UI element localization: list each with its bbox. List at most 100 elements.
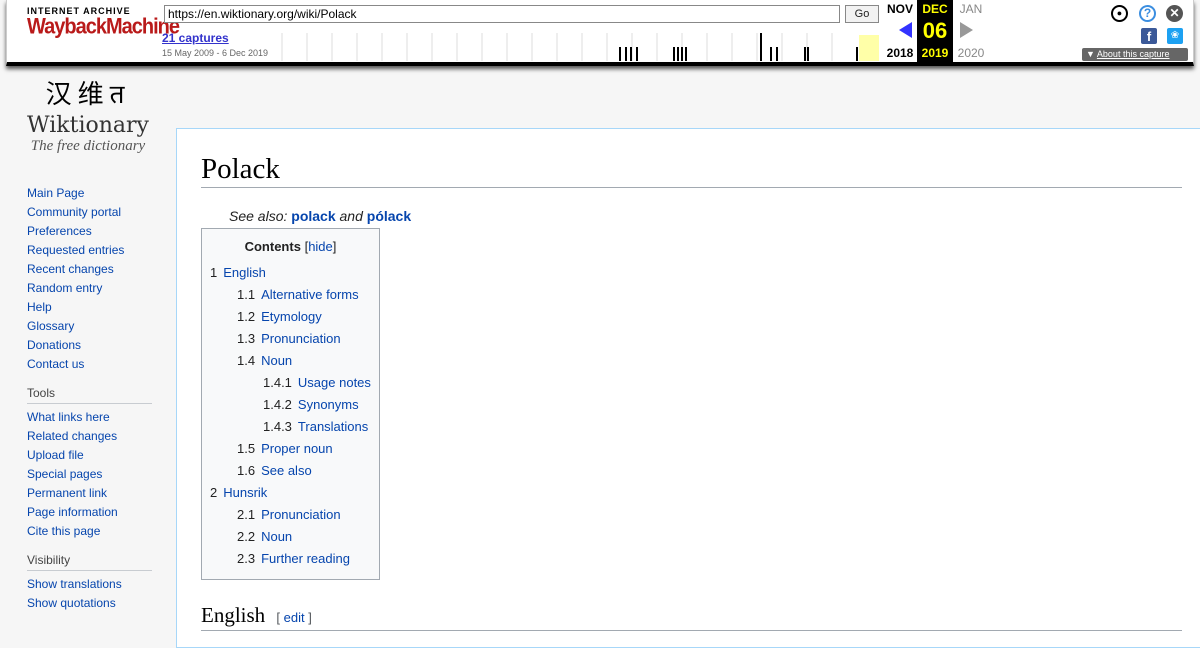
sidebar-link[interactable]: Special pages xyxy=(27,467,102,481)
sidebar-link[interactable]: Preferences xyxy=(27,224,92,238)
toc-item-link[interactable]: Translations xyxy=(298,419,368,434)
sidebar-link[interactable]: Main Page xyxy=(27,186,84,200)
sidebar-item-recent-changes[interactable]: Recent changes xyxy=(27,262,157,281)
sidebar-link[interactable]: Cite this page xyxy=(27,524,100,538)
toc-item[interactable]: 2.3 Further reading xyxy=(210,548,371,570)
toc-item-link[interactable]: Etymology xyxy=(261,309,322,324)
toc-item-link[interactable]: Noun xyxy=(261,353,292,368)
sidebar-link[interactable]: Permanent link xyxy=(27,486,107,500)
see-also-link-polack-accented[interactable]: pólack xyxy=(367,208,411,224)
twitter-icon[interactable]: ❀ xyxy=(1167,28,1183,44)
toc-item-link[interactable]: Noun xyxy=(261,529,292,544)
sidebar: Main Page Community portal Preferences R… xyxy=(27,186,157,615)
toc-item-link[interactable]: Synonyms xyxy=(298,397,359,412)
sidebar-item-preferences[interactable]: Preferences xyxy=(27,224,157,243)
sidebar-item-community-portal[interactable]: Community portal xyxy=(27,205,157,224)
sidebar-link[interactable]: Help xyxy=(27,300,52,314)
wayback-current-month: DEC 06 2019 xyxy=(917,0,953,66)
toc-item-link[interactable]: Alternative forms xyxy=(261,287,359,302)
toc-item-link[interactable]: Hunsrik xyxy=(223,485,267,500)
toc-item[interactable]: 1.2 Etymology xyxy=(210,306,371,328)
toc-item[interactable]: 2 Hunsrik xyxy=(210,482,371,504)
toc-hide-link[interactable]: hide xyxy=(308,239,333,254)
wayback-logo-main: WaybackMachine xyxy=(27,14,180,40)
sidebar-link[interactable]: Random entry xyxy=(27,281,102,295)
sidebar-link[interactable]: Contact us xyxy=(27,357,84,371)
toc-item-link[interactable]: Further reading xyxy=(261,551,350,566)
sidebar-item-show-translations[interactable]: Show translations xyxy=(27,577,157,596)
sidebar-link[interactable]: Recent changes xyxy=(27,262,114,276)
sidebar-item-page-information[interactable]: Page information xyxy=(27,505,157,524)
sidebar-link[interactable]: Related changes xyxy=(27,429,117,443)
toc-item-number: 2.1 xyxy=(237,507,256,522)
toc-item-link[interactable]: Pronunciation xyxy=(261,331,341,346)
sidebar-item-special-pages[interactable]: Special pages xyxy=(27,467,157,486)
toc-item-number: 2.2 xyxy=(237,529,256,544)
sidebar-item-show-quotations[interactable]: Show quotations xyxy=(27,596,157,615)
sidebar-link[interactable]: Donations xyxy=(27,338,81,352)
next-capture-arrow-icon[interactable] xyxy=(960,22,973,38)
sidebar-link[interactable]: Show quotations xyxy=(27,596,116,610)
close-icon[interactable]: ✕ xyxy=(1166,5,1183,22)
sidebar-item-related-changes[interactable]: Related changes xyxy=(27,429,157,448)
wayback-logo[interactable]: INTERNET ARCHIVE WaybackMachine xyxy=(27,6,180,50)
toc-item-number: 2.3 xyxy=(237,551,256,566)
sidebar-item-donations[interactable]: Donations xyxy=(27,338,157,357)
about-capture-button[interactable]: ▼ About this capture xyxy=(1082,48,1188,61)
see-also-link-polack[interactable]: polack xyxy=(291,208,335,224)
sidebar-item-glossary[interactable]: Glossary xyxy=(27,319,157,338)
toc-item-link[interactable]: Pronunciation xyxy=(261,507,341,522)
toc-item-number: 1.5 xyxy=(237,441,256,456)
toc-item[interactable]: 2.2 Noun xyxy=(210,526,371,548)
current-month-label: DEC xyxy=(922,2,948,16)
sidebar-link[interactable]: Requested entries xyxy=(27,243,124,257)
wayback-sparkline[interactable] xyxy=(277,33,879,61)
table-of-contents: Contents [hide] 1 English 1.1 Alternative f… xyxy=(201,228,380,580)
sidebar-item-cite-this-page[interactable]: Cite this page xyxy=(27,524,157,543)
sidebar-item-what-links-here[interactable]: What links here xyxy=(27,410,157,429)
prev-capture-arrow-icon[interactable] xyxy=(899,22,912,38)
wayback-captures-link[interactable]: 21 captures xyxy=(162,31,229,45)
sidebar-item-help[interactable]: Help xyxy=(27,300,157,319)
sidebar-link[interactable]: Community portal xyxy=(27,205,121,219)
sidebar-link[interactable]: Upload file xyxy=(27,448,84,462)
toc-item[interactable]: 1.5 Proper noun xyxy=(210,438,371,460)
toc-item[interactable]: 1.3 Pronunciation xyxy=(210,328,371,350)
toc-item[interactable]: 1.4.3 Translations xyxy=(210,416,371,438)
wayback-url-input[interactable] xyxy=(164,5,840,23)
site-name: Wiktionary xyxy=(27,113,149,138)
wayback-go-button[interactable]: Go xyxy=(845,5,879,23)
sidebar-item-requested-entries[interactable]: Requested entries xyxy=(27,243,157,262)
about-capture-label: About this capture xyxy=(1096,49,1170,59)
toc-item[interactable]: 1.6 See also xyxy=(210,460,371,482)
user-icon[interactable]: ● xyxy=(1111,5,1128,22)
sidebar-item-main-page[interactable]: Main Page xyxy=(27,186,157,205)
edit-section-link[interactable]: edit xyxy=(284,610,305,625)
site-logo[interactable]: 汉维त Wiktionary The free dictionary xyxy=(0,70,176,170)
toc-item[interactable]: 1.1 Alternative forms xyxy=(210,284,371,306)
toc-item[interactable]: 1.4.1 Usage notes xyxy=(210,372,371,394)
see-also-line: See also: polack and pólack xyxy=(229,208,1182,224)
sidebar-item-permanent-link[interactable]: Permanent link xyxy=(27,486,157,505)
prev-year-label: 2018 xyxy=(886,46,914,60)
toc-item-link[interactable]: Usage notes xyxy=(298,375,371,390)
sidebar-link[interactable]: Page information xyxy=(27,505,118,519)
toc-item[interactable]: 1.4.2 Synonyms xyxy=(210,394,371,416)
facebook-icon[interactable]: f xyxy=(1141,28,1157,44)
sidebar-item-upload-file[interactable]: Upload file xyxy=(27,448,157,467)
sidebar-link[interactable]: What links here xyxy=(27,410,110,424)
toc-item[interactable]: 1 English xyxy=(210,262,371,284)
sidebar-item-contact-us[interactable]: Contact us xyxy=(27,357,157,376)
help-icon[interactable]: ? xyxy=(1139,5,1156,22)
toc-item-link[interactable]: Proper noun xyxy=(261,441,333,456)
toc-item-link[interactable]: English xyxy=(223,265,266,280)
sidebar-link[interactable]: Glossary xyxy=(27,319,74,333)
toc-item[interactable]: 1.4 Noun xyxy=(210,350,371,372)
toc-item-link[interactable]: See also xyxy=(261,463,312,478)
sidebar-link[interactable]: Show translations xyxy=(27,577,122,591)
toc-item[interactable]: 2.1 Pronunciation xyxy=(210,504,371,526)
sidebar-item-random-entry[interactable]: Random entry xyxy=(27,281,157,300)
toc-list: 1 English 1.1 Alternative forms 1.2 Etymology… xyxy=(210,262,371,570)
toc-item-number: 2 xyxy=(210,485,218,500)
visibility-portal: Visibility Show translations Show quotat… xyxy=(27,553,157,615)
